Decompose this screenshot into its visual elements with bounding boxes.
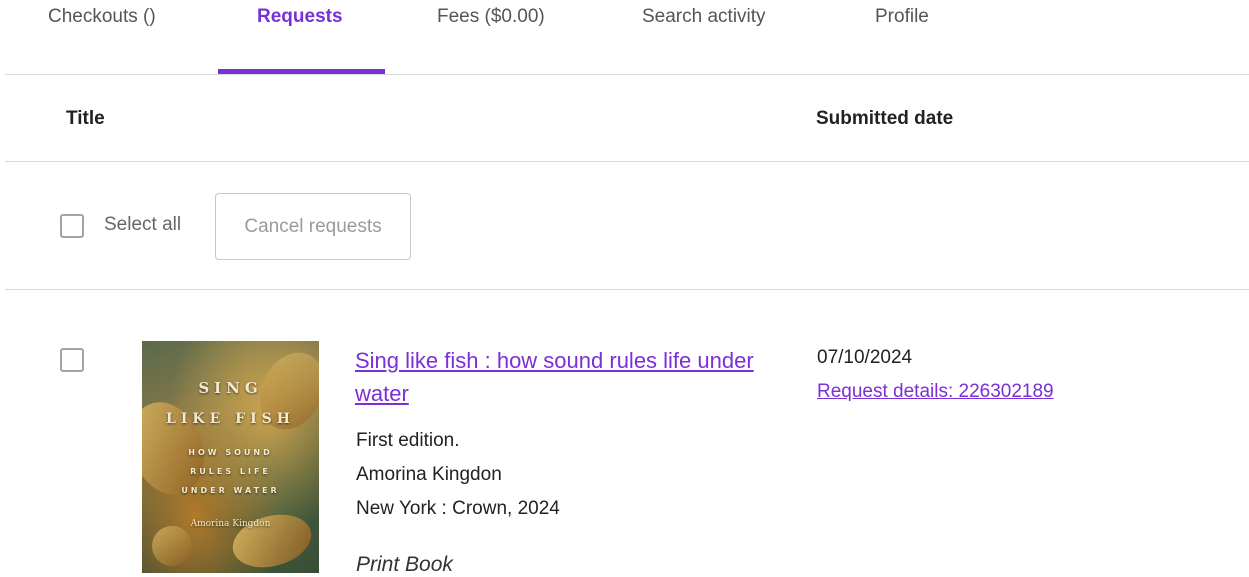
cover-title-line: LIKE FISH <box>166 411 295 427</box>
tab-fees[interactable]: Fees ($0.00) <box>437 6 545 28</box>
tab-checkouts[interactable]: Checkouts () <box>48 6 156 28</box>
tab-profile[interactable]: Profile <box>875 6 929 28</box>
tab-search-activity[interactable]: Search activity <box>642 6 766 28</box>
account-tabs: Checkouts () Requests Fees ($0.00) Searc… <box>0 0 1249 76</box>
cover-title-line: SING <box>198 379 263 397</box>
cancel-requests-button[interactable]: Cancel requests <box>215 193 411 260</box>
column-header-submitted-date: Submitted date <box>816 108 954 129</box>
select-all-checkbox[interactable] <box>60 214 84 238</box>
actions-divider <box>5 289 1249 290</box>
cover-fish-art <box>152 526 192 566</box>
request-details-link[interactable]: Request details: 226302189 <box>817 381 1054 403</box>
select-all-label[interactable]: Select all <box>104 214 181 236</box>
item-title-link[interactable]: Sing like fish : how sound rules life un… <box>355 344 755 410</box>
item-author: Amorina Kingdon <box>356 464 502 485</box>
item-edition: First edition. <box>356 430 460 451</box>
cover-subtitle-line: HOW SOUND <box>188 448 273 457</box>
header-divider <box>5 161 1249 162</box>
column-header-title: Title <box>66 108 105 129</box>
cover-subtitle-line: UNDER WATER <box>181 486 280 495</box>
requests-page: Checkouts () Requests Fees ($0.00) Searc… <box>0 0 1249 577</box>
item-checkbox[interactable] <box>60 348 84 372</box>
submitted-date: 07/10/2024 <box>817 347 913 368</box>
cover-subtitle-line: RULES LIFE <box>190 467 271 476</box>
tab-requests[interactable]: Requests <box>257 6 343 28</box>
tabs-divider <box>5 74 1249 75</box>
item-publisher: New York : Crown, 2024 <box>356 498 560 519</box>
cover-author: Amorina Kingdon <box>190 519 271 529</box>
book-cover-image[interactable]: SING LIKE FISH HOW SOUND RULES LIFE UNDE… <box>142 341 319 573</box>
cover-fish-art <box>226 506 318 573</box>
item-format: Print Book <box>356 553 453 576</box>
